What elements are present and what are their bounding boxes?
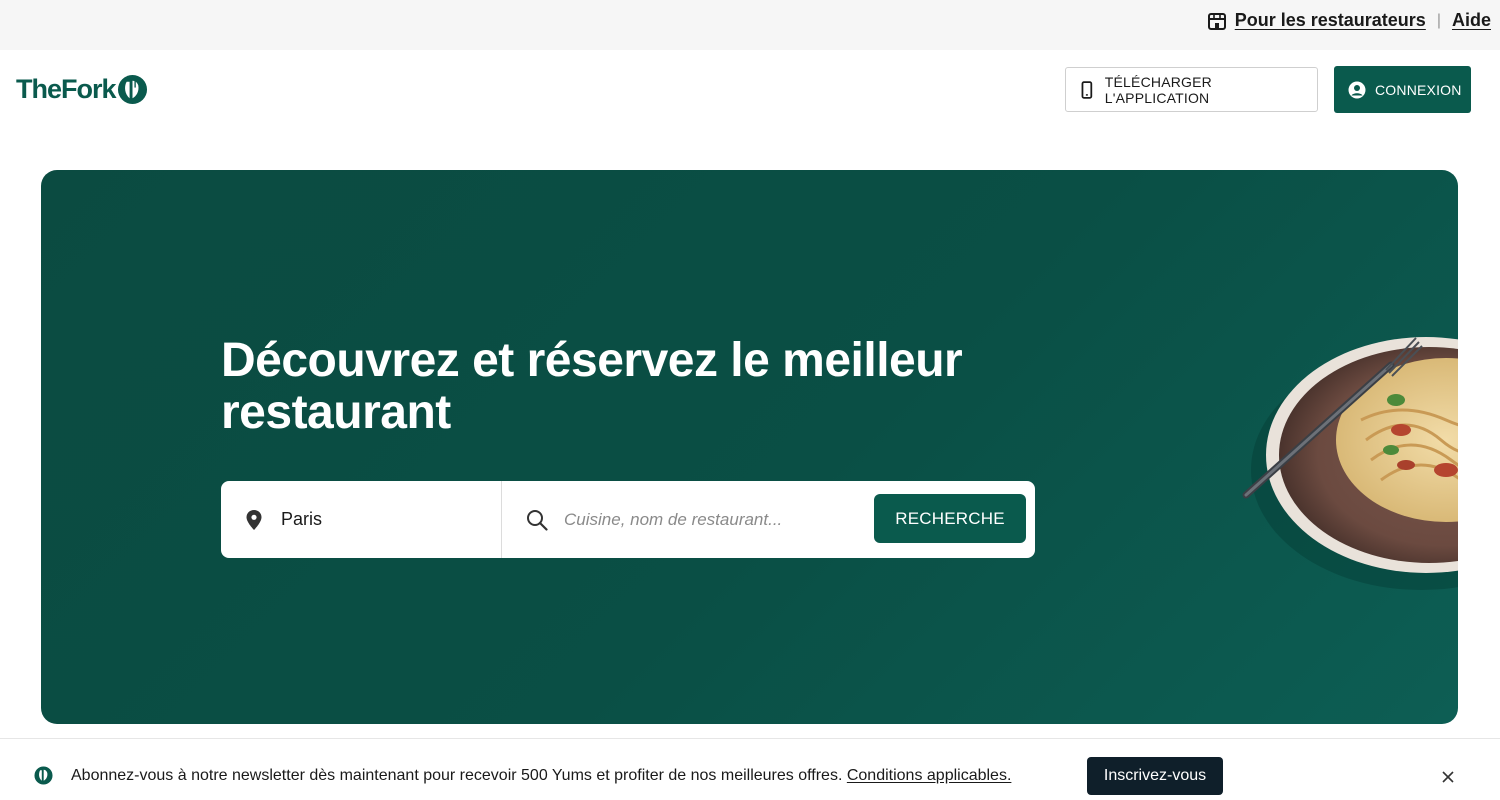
fork-badge-icon	[34, 766, 53, 785]
link-separator: |	[1436, 11, 1441, 29]
fork-logo-icon	[117, 74, 147, 105]
hero-banner: Découvrez et réservez le meilleur restau…	[41, 170, 1458, 724]
smartphone-icon	[1081, 80, 1093, 99]
location-field[interactable]: Paris	[221, 481, 502, 558]
utility-links: Pour les restaurateurs | Aide	[1207, 10, 1491, 31]
help-link[interactable]: Aide	[1452, 10, 1491, 31]
search-button[interactable]: RECHERCHE	[874, 494, 1026, 543]
storefront-icon	[1207, 12, 1226, 30]
newsletter-text: Abonnez-vous à notre newsletter dès main…	[71, 767, 847, 784]
login-label: CONNEXION	[1375, 81, 1462, 98]
close-icon[interactable]	[1442, 771, 1454, 783]
pasta-plate-image	[1242, 337, 1458, 590]
search-icon	[527, 509, 548, 531]
newsletter-message: Abonnez-vous à notre newsletter dès main…	[71, 767, 1011, 785]
location-value: Paris	[281, 509, 323, 529]
hero-title: Découvrez et réservez le meilleur restau…	[221, 334, 963, 439]
newsletter-banner: Abonnez-vous à notre newsletter dès main…	[0, 738, 1500, 800]
restaurant-search-input[interactable]	[564, 509, 864, 530]
download-app-label: TÉLÉCHARGER L'APPLICATION	[1104, 73, 1212, 106]
subscribe-button[interactable]: Inscrivez-vous	[1087, 757, 1223, 795]
user-avatar-icon	[1348, 81, 1366, 98]
search-bar: Paris RECHERCHE	[221, 481, 1035, 558]
top-utility-bar: Pour les restaurateurs | Aide	[0, 0, 1500, 50]
location-pin-icon	[246, 509, 262, 530]
login-button[interactable]: CONNEXION	[1334, 66, 1471, 113]
site-header: TheFork TÉLÉCHARGER L'APPLICATION CONNEX…	[0, 50, 1500, 130]
terms-link[interactable]: Conditions applicables.	[847, 767, 1012, 784]
thefork-logo[interactable]: TheFork	[16, 74, 148, 105]
restaurateurs-link[interactable]: Pour les restaurateurs	[1235, 10, 1426, 31]
download-app-button[interactable]: TÉLÉCHARGER L'APPLICATION	[1065, 67, 1318, 112]
logo-wordmark: TheFork	[16, 74, 117, 104]
